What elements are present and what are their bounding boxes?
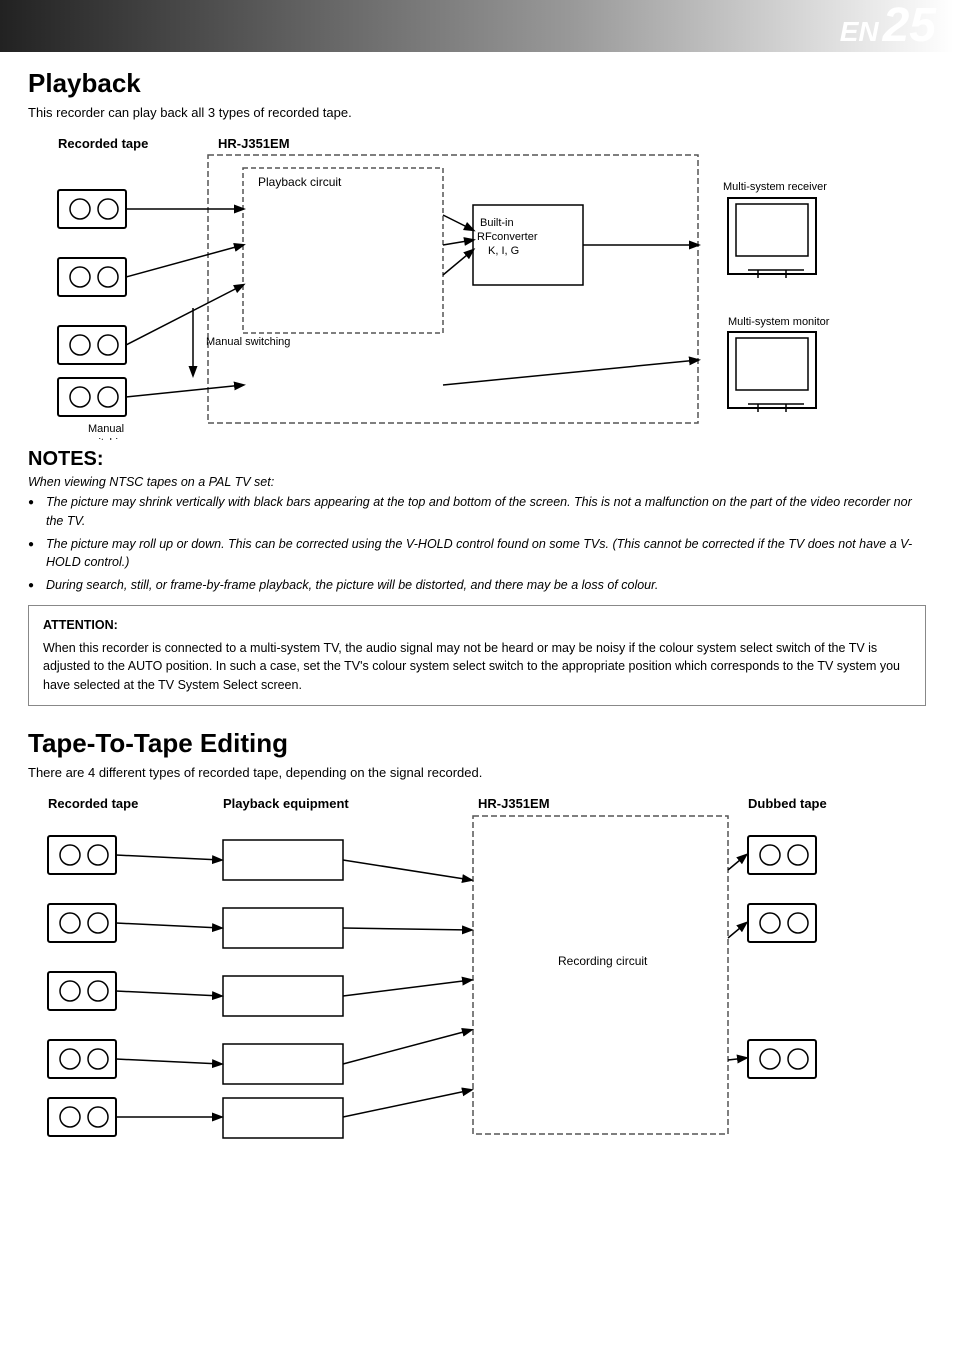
tape-editing-diagram: Recorded tape Playback equipment HR-J351… [28,790,923,1160]
attention-text: When this recorder is connected to a mul… [43,639,911,695]
svg-text:Built-in: Built-in [480,217,514,229]
playback-section: Playback This recorder can play back all… [28,68,926,440]
svg-text:Multi-system receiver: Multi-system receiver [723,181,827,193]
svg-text:Recorded tape: Recorded tape [58,136,148,151]
svg-text:Playback circuit: Playback circuit [258,175,342,189]
page-content: Playback This recorder can play back all… [0,52,954,1180]
notes-list: The picture may shrink vertically with b… [28,493,926,595]
playback-subtitle: This recorder can play back all 3 types … [28,105,926,120]
svg-text:Manual switching: Manual switching [206,336,290,348]
note-item-2: The picture may roll up or down. This ca… [28,535,926,573]
tape-editing-title: Tape-To-Tape Editing [28,728,926,759]
notes-title: NOTES: [28,448,926,471]
playback-title: Playback [28,68,926,99]
playback-diagram: Recorded tape HR-J351EM Playback circuit… [28,130,923,440]
note-item-3: During search, still, or frame-by-frame … [28,576,926,595]
svg-text:Playback equipment: Playback equipment [223,796,349,811]
tape-editing-section: Tape-To-Tape Editing There are 4 differe… [28,728,926,1160]
notes-section: NOTES: When viewing NTSC tapes on a PAL … [28,448,926,706]
svg-text:Recorded tape: Recorded tape [48,796,138,811]
svg-text:switching: switching [85,437,130,440]
tape-editing-subtitle: There are 4 different types of recorded … [28,765,926,780]
attention-title: ATTENTION: [43,616,911,635]
en-label: EN [840,16,879,52]
svg-text:HR-J351EM: HR-J351EM [478,796,550,811]
svg-text:HR-J351EM: HR-J351EM [218,136,290,151]
svg-text:Recording circuit: Recording circuit [558,954,648,968]
svg-text:Multi-system monitor: Multi-system monitor [728,316,830,328]
attention-box: ATTENTION: When this recorder is connect… [28,605,926,706]
svg-text:K, I, G: K, I, G [488,245,519,257]
header-bar: EN 25 [0,0,954,52]
note-item-1: The picture may shrink vertically with b… [28,493,926,531]
svg-text:Dubbed tape: Dubbed tape [748,796,827,811]
notes-intro: When viewing NTSC tapes on a PAL TV set: [28,475,926,489]
svg-text:Manual: Manual [88,423,124,435]
svg-text:RFconverter: RFconverter [477,231,538,243]
page-number: 25 [883,2,936,50]
